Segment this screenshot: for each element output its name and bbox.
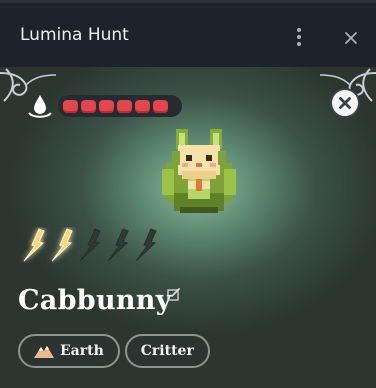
tag-label: Critter — [140, 343, 194, 359]
mountain-icon — [34, 346, 54, 358]
window-title: Lumina Hunt — [20, 25, 129, 45]
more-menu-button[interactable] — [288, 25, 310, 49]
rarity-stars — [23, 228, 157, 262]
energy-pip — [153, 99, 168, 113]
close-icon[interactable] — [340, 27, 362, 49]
edit-icon[interactable] — [167, 287, 181, 301]
rarity-star-empty-icon — [135, 228, 157, 262]
creature-card: Cabbunny Earth Critter — [0, 67, 376, 388]
energy-pip — [63, 99, 78, 113]
rarity-star-empty-icon — [79, 228, 101, 262]
window-header: Lumina Hunt — [0, 3, 376, 67]
creature-name: Cabbunny — [18, 285, 172, 316]
cabbunny-sprite — [162, 129, 236, 213]
dismiss-button[interactable] — [330, 88, 360, 118]
tag-list: Earth Critter — [18, 334, 210, 368]
close-circle-icon — [339, 97, 351, 109]
energy-pip — [99, 99, 114, 113]
tag-earth[interactable]: Earth — [18, 334, 120, 368]
water-drop-icon — [28, 95, 52, 118]
rarity-star-empty-icon — [107, 228, 129, 262]
rarity-star-filled-icon — [23, 228, 45, 262]
energy-pip — [117, 99, 132, 113]
energy-bar — [58, 95, 182, 117]
tag-critter[interactable]: Critter — [124, 334, 210, 368]
energy-pip — [135, 99, 150, 113]
more-vertical-icon — [297, 28, 301, 32]
energy-pip — [81, 99, 96, 113]
rarity-star-filled-icon — [51, 228, 73, 262]
tag-label: Earth — [60, 343, 104, 359]
